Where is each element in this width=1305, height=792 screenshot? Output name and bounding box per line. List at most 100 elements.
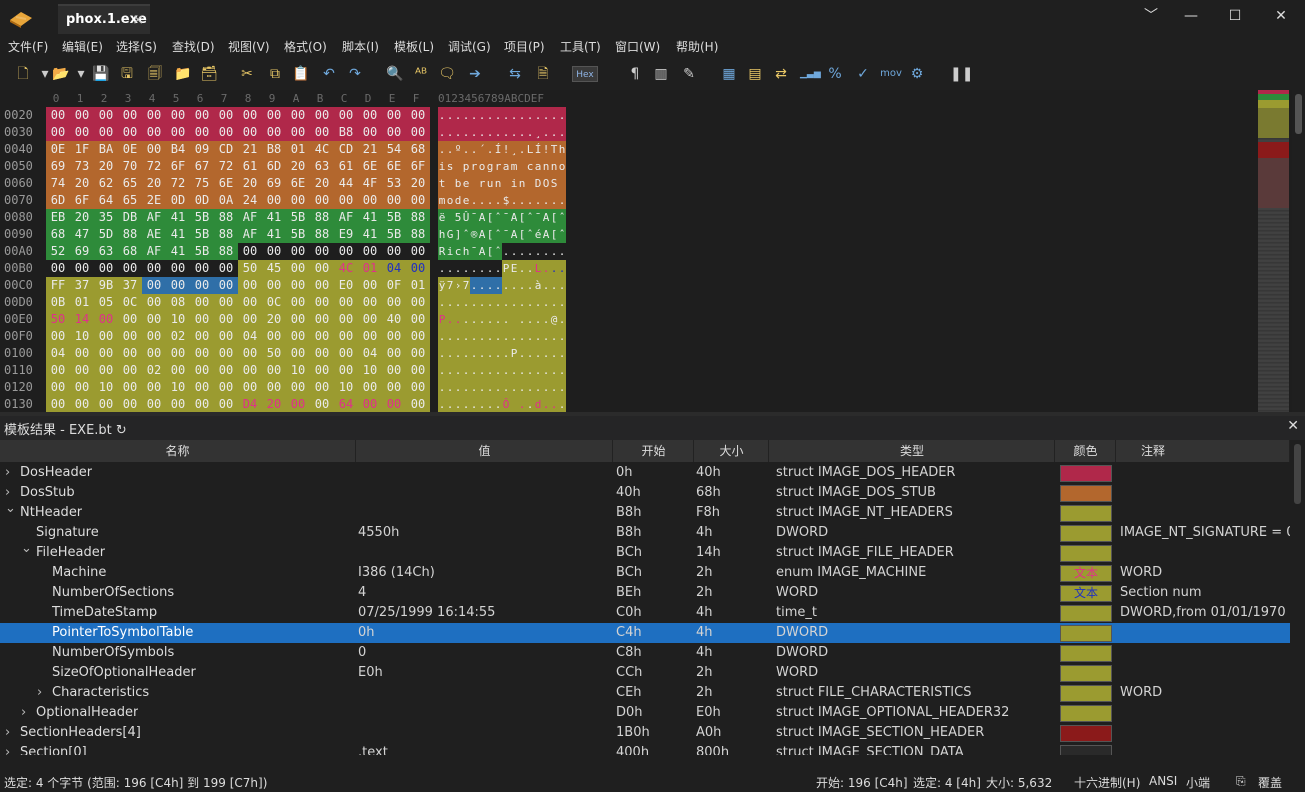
ascii-char[interactable]: . bbox=[454, 396, 462, 413]
template-row[interactable]: › SectionHeaders[4] 1B0h A0h struct IMAGE_SE… bbox=[0, 723, 1290, 743]
ascii-char[interactable]: . bbox=[518, 260, 526, 277]
ascii-char[interactable]: . bbox=[438, 362, 446, 379]
ascii-char[interactable]: . bbox=[502, 243, 510, 260]
color-swatch[interactable] bbox=[1060, 525, 1112, 542]
ascii-char[interactable]: › bbox=[454, 277, 462, 294]
ascii-char[interactable]: r bbox=[494, 158, 502, 175]
hex-byte[interactable]: 69 bbox=[46, 158, 70, 175]
ascii-char[interactable]: . bbox=[470, 311, 478, 328]
hex-byte[interactable]: 00 bbox=[118, 379, 142, 396]
hex-byte[interactable]: 2E bbox=[142, 192, 166, 209]
hex-byte[interactable]: 00 bbox=[214, 345, 238, 362]
ascii-char[interactable]: . bbox=[462, 124, 470, 141]
ascii-char[interactable]: ë bbox=[438, 209, 446, 226]
hex-mode-icon[interactable]: Hex bbox=[572, 66, 598, 82]
ascii-char[interactable]: . bbox=[494, 124, 502, 141]
hex-byte[interactable]: 14 bbox=[70, 311, 94, 328]
ascii-char[interactable]: . bbox=[526, 311, 534, 328]
ascii-char[interactable]: . bbox=[486, 260, 494, 277]
hex-byte[interactable]: 00 bbox=[286, 294, 310, 311]
ascii-char[interactable]: . bbox=[478, 277, 486, 294]
hex-byte[interactable]: 00 bbox=[214, 379, 238, 396]
ascii-char[interactable]: . bbox=[494, 107, 502, 124]
hex-byte[interactable]: AF bbox=[238, 226, 262, 243]
ascii-char[interactable]: ˆ bbox=[462, 226, 470, 243]
ascii-char[interactable]: . bbox=[438, 396, 446, 413]
ascii-char[interactable]: O bbox=[542, 175, 550, 192]
ascii-char[interactable]: r bbox=[470, 158, 478, 175]
hex-byte[interactable]: 61 bbox=[334, 158, 358, 175]
hex-byte[interactable]: 00 bbox=[214, 328, 238, 345]
ascii-char[interactable] bbox=[502, 175, 510, 192]
ascii-char[interactable]: R bbox=[438, 243, 446, 260]
ascii-char[interactable]: . bbox=[470, 260, 478, 277]
cut-icon[interactable]: ✂ bbox=[238, 66, 256, 82]
ascii-char[interactable]: . bbox=[486, 311, 494, 328]
hex-editor[interactable]: 0123456789ABCDEF 0123456789ABCDEF 0020 00… bbox=[0, 90, 1305, 413]
hex-byte[interactable]: 69 bbox=[262, 175, 286, 192]
hex-byte[interactable]: 00 bbox=[238, 124, 262, 141]
ascii-char[interactable]: b bbox=[454, 175, 462, 192]
ascii-char[interactable]: . bbox=[470, 141, 478, 158]
hex-byte[interactable]: 00 bbox=[166, 107, 190, 124]
ascii-char[interactable]: . bbox=[502, 124, 510, 141]
ascii-char[interactable]: ¸ bbox=[534, 124, 542, 141]
ascii-char[interactable]: . bbox=[542, 396, 550, 413]
hex-byte[interactable]: 00 bbox=[286, 107, 310, 124]
hex-byte[interactable]: 0B bbox=[46, 294, 70, 311]
ascii-char[interactable]: . bbox=[550, 124, 558, 141]
ascii-char[interactable]: . bbox=[486, 277, 494, 294]
hex-byte[interactable]: 5B bbox=[190, 209, 214, 226]
ascii-char[interactable]: G bbox=[446, 226, 454, 243]
ascii-char[interactable]: . bbox=[446, 345, 454, 362]
collapse-chevron-icon[interactable]: ⌄ bbox=[5, 499, 16, 519]
hex-byte[interactable]: 00 bbox=[70, 260, 94, 277]
hex-byte[interactable]: 20 bbox=[310, 175, 334, 192]
ascii-char[interactable]: o bbox=[558, 158, 566, 175]
template-row[interactable]: ⌄ FileHeader BCh 14h struct IMAGE_FILE_HEADE… bbox=[0, 541, 1290, 563]
hex-byte[interactable]: 00 bbox=[94, 260, 118, 277]
hex-byte[interactable]: 0E bbox=[118, 141, 142, 158]
hex-byte[interactable]: 09 bbox=[190, 141, 214, 158]
hex-byte[interactable]: 00 bbox=[334, 311, 358, 328]
ascii-char[interactable]: [ bbox=[550, 209, 558, 226]
hex-byte[interactable]: 20 bbox=[238, 175, 262, 192]
hex-byte[interactable]: 21 bbox=[238, 141, 262, 158]
hex-byte[interactable]: 00 bbox=[358, 328, 382, 345]
template-row[interactable]: NumberOfSections 4 BEh 2h WORD 文本 Section num bbox=[0, 583, 1290, 603]
hex-byte[interactable]: 00 bbox=[94, 124, 118, 141]
column-header-0[interactable]: 名称 bbox=[0, 440, 356, 462]
ascii-char[interactable]: . bbox=[518, 107, 526, 124]
ascii-char[interactable]: . bbox=[438, 345, 446, 362]
refresh-icon[interactable]: ↻ bbox=[116, 423, 127, 438]
ascii-char[interactable]: . bbox=[542, 277, 550, 294]
menu-item-0[interactable]: 文件(F) bbox=[8, 38, 48, 55]
ascii-char[interactable]: . bbox=[454, 124, 462, 141]
workspace-icon[interactable]: 🗃 bbox=[200, 66, 218, 82]
hex-byte[interactable]: D4 bbox=[238, 396, 262, 413]
ascii-char[interactable]: m bbox=[510, 158, 518, 175]
hex-byte[interactable]: 00 bbox=[70, 124, 94, 141]
hex-byte[interactable]: 20 bbox=[94, 158, 118, 175]
ascii-char[interactable]: . bbox=[438, 107, 446, 124]
calculator-icon[interactable]: ▦ bbox=[720, 66, 738, 82]
ascii-char[interactable]: . bbox=[518, 396, 526, 413]
hex-byte[interactable]: 00 bbox=[406, 379, 430, 396]
ascii-char[interactable]: . bbox=[454, 328, 462, 345]
ascii-char[interactable]: . bbox=[502, 362, 510, 379]
hex-byte[interactable]: 10 bbox=[286, 362, 310, 379]
ascii-char[interactable]: L bbox=[534, 260, 542, 277]
ascii-char[interactable]: . bbox=[478, 294, 486, 311]
histogram-icon[interactable]: ▁▃▅ bbox=[800, 66, 821, 82]
hex-byte[interactable]: 00 bbox=[286, 379, 310, 396]
ascii-char[interactable]: . bbox=[494, 345, 502, 362]
hex-byte[interactable]: 00 bbox=[214, 362, 238, 379]
ascii-char[interactable]: . bbox=[542, 379, 550, 396]
hex-byte[interactable]: 00 bbox=[214, 260, 238, 277]
hex-byte[interactable]: 88 bbox=[214, 243, 238, 260]
hex-byte[interactable]: 69 bbox=[70, 243, 94, 260]
hex-byte[interactable]: 00 bbox=[94, 107, 118, 124]
ascii-char[interactable]: i bbox=[510, 175, 518, 192]
expand-chevron-icon[interactable]: › bbox=[5, 463, 10, 483]
ascii-char[interactable]: ´ bbox=[478, 141, 486, 158]
